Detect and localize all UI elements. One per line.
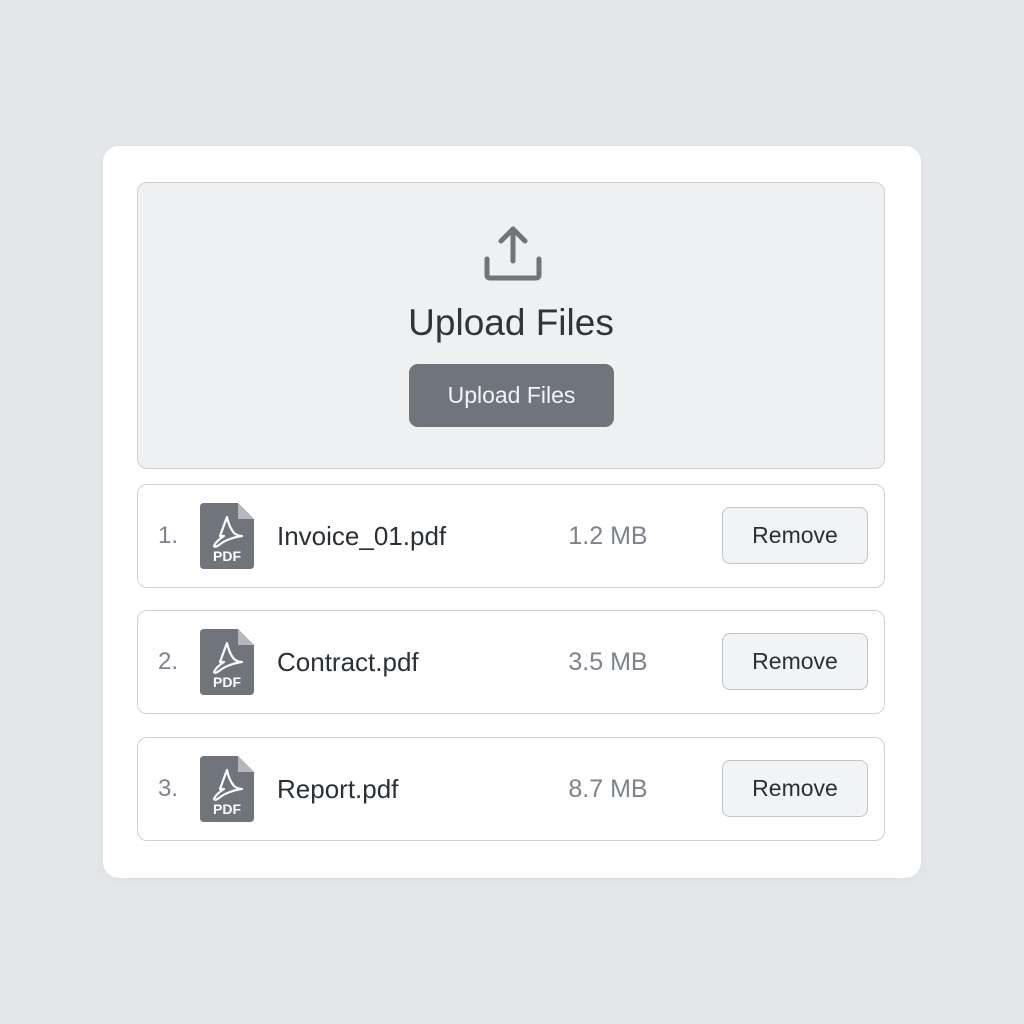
- pdf-label: PDF: [213, 801, 241, 817]
- file-size: 1.2 MB: [568, 521, 648, 550]
- upload-dropzone[interactable]: Upload Files Upload Files: [137, 182, 885, 469]
- file-size: 8.7 MB: [568, 774, 648, 803]
- file-upload-card: Upload Files Upload Files 1. PDF Invoice…: [103, 146, 921, 878]
- upload-title: Upload Files: [408, 302, 614, 343]
- file-row: 1. PDF Invoice_01.pdf 1.2 MB Remove: [137, 484, 885, 588]
- file-name: Report.pdf: [277, 773, 399, 804]
- file-name: Contract.pdf: [277, 646, 419, 677]
- pdf-file-icon: PDF: [200, 503, 254, 569]
- file-index: 1.: [158, 522, 179, 549]
- file-index: 2.: [158, 648, 179, 675]
- file-index: 3.: [158, 775, 179, 802]
- upload-icon: [484, 226, 542, 281]
- file-size: 3.5 MB: [568, 647, 648, 676]
- pdf-file-icon: PDF: [200, 629, 254, 695]
- file-row: 2. PDF Contract.pdf 3.5 MB Remove: [137, 610, 885, 714]
- file-name: Invoice_01.pdf: [277, 520, 447, 551]
- remove-button[interactable]: Remove: [722, 633, 868, 690]
- upload-files-button[interactable]: Upload Files: [409, 364, 614, 427]
- remove-button[interactable]: Remove: [722, 507, 868, 564]
- pdf-label: PDF: [213, 548, 241, 564]
- pdf-label: PDF: [213, 674, 241, 690]
- file-row: 3. PDF Report.pdf 8.7 MB Remove: [137, 737, 885, 841]
- pdf-file-icon: PDF: [200, 756, 254, 822]
- remove-button[interactable]: Remove: [722, 760, 868, 817]
